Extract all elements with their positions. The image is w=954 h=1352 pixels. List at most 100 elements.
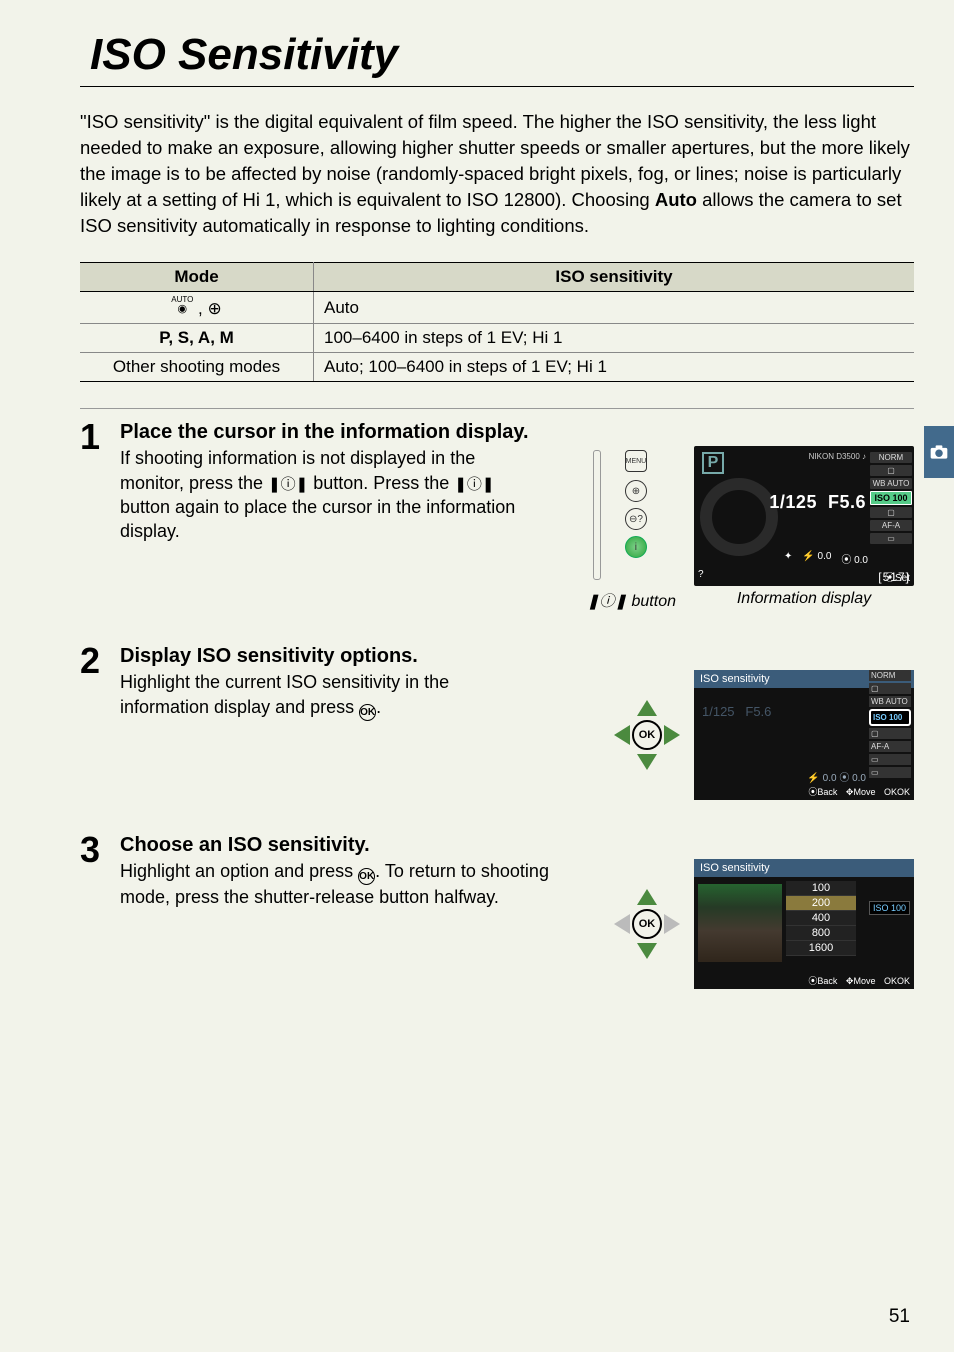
mode-auto-icons: AUTO◉ , ⊕ xyxy=(80,292,314,324)
list-item: 800 xyxy=(786,926,856,941)
iso-select-screen: ISO sensitivity 100 200 400 800 1600 ISO… xyxy=(694,859,914,989)
iso-options-screen: ISO sensitivity 1/125 F5.6 ⚡ 0.0 ⦿ 0.0 N… xyxy=(694,670,914,800)
bottom-hints: ⦿Back ✥Move OKOK xyxy=(694,785,914,798)
page-title: ISO Sensitivity xyxy=(90,30,914,80)
step-title: Choose an ISO sensitivity. xyxy=(120,834,914,857)
intro-bold: Auto xyxy=(655,189,697,210)
iso-cell: Auto xyxy=(314,292,914,324)
title-rule xyxy=(80,86,914,87)
up-arrow-icon xyxy=(637,889,657,905)
wb-badge: WB AUTO xyxy=(869,696,911,707)
th-iso: ISO sensitivity xyxy=(314,263,914,292)
exposure-dial xyxy=(700,478,778,556)
iso-cell: Auto; 100–6400 in steps of 1 EV; Hi 1 xyxy=(314,353,914,382)
step-3: 3 Choose an ISO sensitivity. Highlight a… xyxy=(80,834,914,989)
left-arrow-icon xyxy=(614,914,630,934)
af-badge: AF-A xyxy=(869,741,911,752)
step-1: 1 Place the cursor in the information di… xyxy=(80,421,914,611)
exposure-values: 1/125 F5.6 xyxy=(769,492,866,513)
step-number: 2 xyxy=(80,643,120,800)
ok-hint: OKOK xyxy=(884,787,910,797)
shots-remaining: [517] xyxy=(878,570,910,584)
info-button-icon: ❚ⓘ❚ xyxy=(268,476,308,493)
info-display-figure: P NIKON D3500 ♪ 1/125 F5.6 NORM ▢ WB AUT… xyxy=(694,446,914,608)
right-status-column: NORM ▢ WB AUTO ISO 100 ▢ AF-A ▭ ▭ xyxy=(869,670,911,780)
t: Highlight an option and press xyxy=(120,861,358,881)
list-item: 400 xyxy=(786,911,856,926)
quality-badge: NORM xyxy=(870,452,912,463)
right-arrow-icon xyxy=(664,725,680,745)
info-button-icon: i xyxy=(625,536,647,558)
left-arrow-icon xyxy=(614,725,630,745)
badge: ▭ xyxy=(870,533,912,544)
mode-cell: P, S, A, M xyxy=(80,324,314,353)
ok-center-icon: OK xyxy=(632,720,662,750)
move-hint: ✥Move xyxy=(846,976,876,986)
badge: ▭ xyxy=(869,767,911,778)
table-row: Other shooting modes Auto; 100–6400 in s… xyxy=(80,353,914,382)
page-number: 51 xyxy=(889,1306,910,1328)
flash-off-icon: ⊕ xyxy=(208,299,222,318)
ok-button-icon: OK xyxy=(358,868,375,885)
caption-left: ❚ⓘ❚ button xyxy=(587,590,676,611)
badge: ▢ xyxy=(869,728,911,739)
multi-selector-icon: OK xyxy=(618,887,676,961)
multi-selector-icon: OK xyxy=(618,698,676,772)
info-button-icon: ❚ⓘ❚ xyxy=(454,476,494,493)
badge: ▢ xyxy=(870,465,912,476)
exposure-values: 1/125 F5.6 xyxy=(702,704,771,719)
ok-hint: OKOK xyxy=(884,976,910,986)
zoom-out-button-icon: ⊖? xyxy=(625,508,647,530)
list-item: 100 xyxy=(786,881,856,896)
auto-mode-icon: AUTO◉ xyxy=(171,296,193,315)
wb-badge: WB AUTO xyxy=(870,478,912,489)
section-tab-camera-icon xyxy=(924,426,954,478)
preview-image xyxy=(698,884,782,962)
ok-button-icon: OK xyxy=(359,704,376,721)
t: button again to place the cursor in the … xyxy=(120,497,515,541)
caption-right: Information display xyxy=(694,590,914,608)
step-title: Place the cursor in the information disp… xyxy=(120,421,914,444)
mode-cell: Other shooting modes xyxy=(80,353,314,382)
af-badge: AF-A xyxy=(870,520,912,531)
zoom-in-button-icon: ⊕ xyxy=(625,480,647,502)
badge: ▢ xyxy=(869,683,911,694)
table-row: P, S, A, M 100–6400 in steps of 1 EV; Hi… xyxy=(80,324,914,353)
table-row: AUTO◉ , ⊕ Auto xyxy=(80,292,914,324)
iso-cell: 100–6400 in steps of 1 EV; Hi 1 xyxy=(314,324,914,353)
comp-row: ⚡ 0.0 ⦿ 0.0 xyxy=(807,769,866,784)
badge: ▢ xyxy=(870,507,912,518)
t: button. Press the xyxy=(308,473,454,493)
move-hint: ✥Move xyxy=(846,787,876,797)
right-status-column: NORM ▢ WB AUTO ISO 100 ▢ AF-A ▭ xyxy=(870,452,912,546)
screen-header: ISO sensitivity xyxy=(694,859,914,877)
right-arrow-icon xyxy=(664,914,680,934)
info-button-icon: ❚ⓘ❚ xyxy=(587,593,627,610)
step-number: 1 xyxy=(80,419,120,611)
iso-badge: ISO 100 xyxy=(869,901,910,915)
t: Highlight the current ISO sensitivity in… xyxy=(120,672,449,716)
badge: ▭ xyxy=(869,754,911,765)
comp-row: ✦⚡ 0.0⦿ 0.0 xyxy=(784,551,868,566)
menu-button-icon: MENU xyxy=(625,450,647,472)
quality-badge: NORM xyxy=(869,670,911,681)
camera-edge xyxy=(593,450,601,580)
list-item-selected: 200 xyxy=(786,896,856,911)
step-number: 3 xyxy=(80,832,120,989)
iso-badge: ISO 100 xyxy=(870,491,912,505)
down-arrow-icon xyxy=(637,943,657,959)
step-text: Highlight the current ISO sensitivity in… xyxy=(120,670,540,720)
back-hint: ⦿Back xyxy=(808,976,837,986)
th-mode: Mode xyxy=(80,263,314,292)
list-item: 1600 xyxy=(786,941,856,956)
back-hint: ⦿Back xyxy=(808,787,837,797)
iso-mode-table: Mode ISO sensitivity AUTO◉ , ⊕ Auto P, S… xyxy=(80,262,914,382)
help-icon: ? xyxy=(698,569,704,584)
iso-list: 100 200 400 800 1600 xyxy=(786,881,856,956)
up-arrow-icon xyxy=(637,700,657,716)
t: button xyxy=(627,593,676,610)
ok-center-icon: OK xyxy=(632,909,662,939)
camera-model-label: NIKON D3500 ♪ xyxy=(809,452,866,461)
camera-icon xyxy=(929,442,949,462)
iso-badge-highlighted: ISO 100 xyxy=(869,709,911,726)
